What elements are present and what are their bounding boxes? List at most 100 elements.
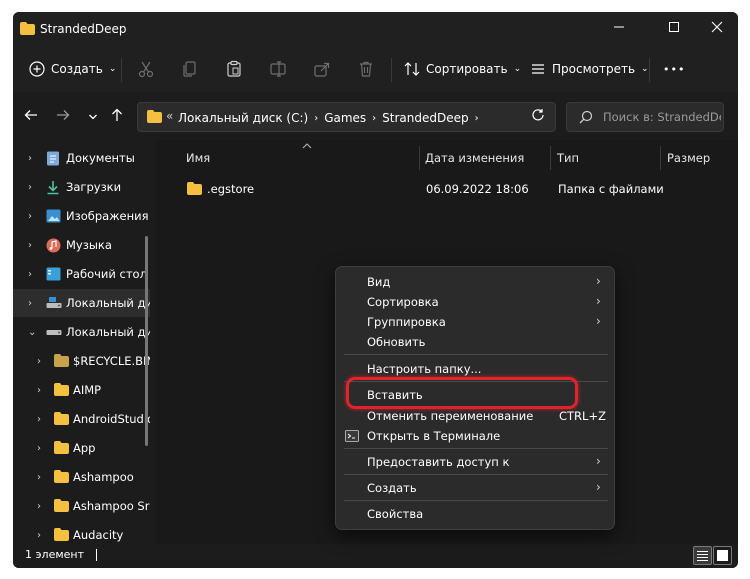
column-header-type[interactable]: Тип <box>557 146 579 170</box>
file-name: .egstore <box>207 182 255 196</box>
chevron-right-icon[interactable]: › <box>37 501 41 512</box>
chevron-down-icon: ⌄ <box>641 64 649 74</box>
chevron-right-icon[interactable]: › <box>37 414 41 425</box>
search-box[interactable] <box>566 102 724 132</box>
column-header-name[interactable]: Имя <box>186 146 210 170</box>
sidebar-folder-item[interactable]: › AIMP <box>13 376 150 404</box>
paste-highlight-annotation <box>346 377 578 409</box>
sort-button[interactable]: Сортировать ⌄ <box>404 58 521 80</box>
breadcrumb-item[interactable]: StrandedDeep <box>382 111 468 125</box>
chevron-right-icon[interactable]: › <box>28 211 32 222</box>
create-button[interactable]: Создать ⌄ <box>29 58 116 80</box>
chevron-right-icon[interactable]: › <box>37 356 41 367</box>
forward-arrow-icon[interactable] <box>53 107 73 127</box>
back-arrow-icon[interactable] <box>21 107 41 127</box>
chevron-right-icon[interactable]: › <box>475 113 479 124</box>
delete-icon[interactable] <box>357 60 375 78</box>
chevron-right-icon[interactable]: › <box>37 530 41 541</box>
chevron-right-icon[interactable]: › <box>28 153 32 164</box>
file-row[interactable]: .egstore 06.09.2022 18:06 Папка с файлам… <box>156 177 738 201</box>
menu-item-customize-folder[interactable]: Настроить папку... <box>336 359 614 379</box>
sidebar-item-local-disk-expanded[interactable]: ⌄ Локальный ди <box>13 318 150 346</box>
documents-icon <box>46 151 62 166</box>
sidebar-folder-item[interactable]: › Ashampoo Sr <box>13 492 150 520</box>
refresh-icon[interactable] <box>527 106 549 128</box>
sidebar-item-local-disk[interactable]: › Локальный ди <box>13 289 150 317</box>
column-header-size[interactable]: Размер <box>667 146 710 170</box>
menu-item-view[interactable]: Вид › <box>336 272 614 292</box>
terminal-icon <box>345 430 359 445</box>
menu-item-share[interactable]: Предоставить доступ к › <box>336 452 614 472</box>
sidebar-folder-item[interactable]: › AndroidStudio <box>13 405 150 433</box>
folder-icon <box>54 499 70 513</box>
music-icon <box>46 238 62 253</box>
minimize-button[interactable] <box>609 20 629 38</box>
chevron-right-icon[interactable]: › <box>37 472 41 483</box>
menu-item-sort[interactable]: Сортировка › <box>336 292 614 312</box>
chevron-right-icon[interactable]: › <box>28 269 32 280</box>
chevron-right-icon[interactable]: › <box>372 113 376 124</box>
more-options-button[interactable]: ••• <box>663 58 685 80</box>
menu-item-open-terminal[interactable]: Открыть в Терминале <box>336 426 614 446</box>
close-button[interactable] <box>707 20 727 38</box>
sidebar-item-desktop[interactable]: › Рабочий стол <box>13 260 150 288</box>
tiles-view-button[interactable] <box>713 546 732 565</box>
up-arrow-icon[interactable] <box>107 107 127 127</box>
copy-icon[interactable] <box>181 60 199 78</box>
menu-item-create[interactable]: Создать › <box>336 478 614 498</box>
column-header-date[interactable]: Дата изменения <box>425 146 524 170</box>
sidebar-item-music[interactable]: › Музыка <box>13 231 150 259</box>
rename-icon[interactable] <box>269 60 287 78</box>
breadcrumb-item[interactable]: Games <box>324 111 366 125</box>
address-bar[interactable]: « Локальный диск (C:) › Games › Stranded… <box>137 102 556 132</box>
sidebar-item-downloads[interactable]: › Загрузки <box>13 173 150 201</box>
navigation-pane: › Документы › Загрузки › Изображения › М… <box>13 140 150 544</box>
details-view-button[interactable] <box>693 546 712 565</box>
sidebar-item-label: Музыка <box>66 238 112 252</box>
menu-separator <box>344 500 608 501</box>
sidebar-item-label: Загрузки <box>66 180 122 194</box>
view-button[interactable]: Просмотреть ⌄ <box>530 58 649 80</box>
share-icon[interactable] <box>313 60 331 78</box>
sidebar-item-documents[interactable]: › Документы <box>13 144 150 172</box>
sidebar-item-label: Изображения <box>66 209 149 223</box>
chevron-down-icon: ⌄ <box>513 64 522 74</box>
breadcrumb-item[interactable]: Локальный диск (C:) <box>178 111 308 125</box>
chevron-down-icon[interactable]: ⌄ <box>28 327 36 338</box>
chevron-right-icon[interactable]: › <box>314 113 318 124</box>
menu-item-undo-rename[interactable]: Отменить переименование CTRL+Z <box>336 406 614 426</box>
menu-item-label: Сортировка <box>367 295 439 309</box>
menu-item-properties[interactable]: Свойства <box>336 504 614 524</box>
cut-icon[interactable] <box>137 60 155 78</box>
menu-item-group[interactable]: Группировка › <box>336 312 614 332</box>
sidebar-item-label: Ashampoo Sr <box>73 499 150 513</box>
sidebar-folder-item[interactable]: › Ashampoo <box>13 463 150 491</box>
sidebar-folder-item[interactable]: › Audacity <box>13 521 150 544</box>
chevron-right-icon[interactable]: › <box>37 385 41 396</box>
sidebar-folder-item[interactable]: › App <box>13 434 150 462</box>
folder-icon <box>187 182 202 198</box>
sidebar-item-pictures[interactable]: › Изображения <box>13 202 150 230</box>
sidebar-item-label: AIMP <box>73 383 102 397</box>
paste-icon[interactable] <box>225 60 243 78</box>
chevron-right-icon[interactable]: › <box>28 298 32 309</box>
view-label: Просмотреть <box>552 62 636 76</box>
chevron-right-icon[interactable]: › <box>37 443 41 454</box>
menu-separator <box>344 474 608 475</box>
maximize-button[interactable] <box>664 20 684 38</box>
sidebar-folder-item[interactable]: › $RECYCLE.BIN <box>13 347 150 375</box>
tiles-view-icon <box>717 550 728 561</box>
menu-item-label: Обновить <box>367 335 426 349</box>
column-divider[interactable] <box>550 146 551 170</box>
column-divider[interactable] <box>419 146 420 170</box>
chevron-right-icon[interactable]: › <box>28 182 32 193</box>
recent-locations-chevron-icon[interactable] <box>83 107 103 127</box>
overflow-chevron[interactable]: « <box>166 109 173 123</box>
status-divider <box>96 549 97 561</box>
menu-item-refresh[interactable]: Обновить <box>336 332 614 352</box>
chevron-right-icon[interactable]: › <box>28 240 32 251</box>
column-divider[interactable] <box>660 146 661 170</box>
sidebar-scrollbar[interactable] <box>145 236 148 446</box>
menu-item-shortcut: CTRL+Z <box>559 409 606 423</box>
search-input[interactable] <box>601 109 723 125</box>
